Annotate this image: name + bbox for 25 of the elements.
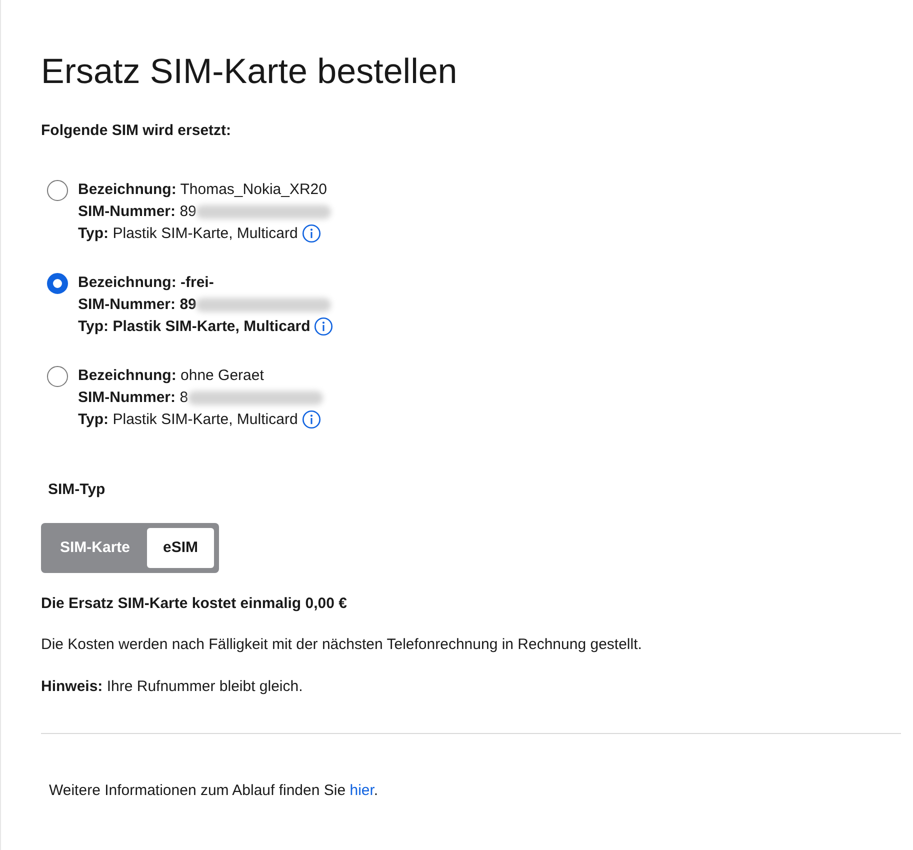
sim-detail: Typ: Plastik SIM-Karte, Multicard bbox=[78, 410, 298, 430]
info-icon[interactable] bbox=[302, 410, 321, 429]
sim-detail: Bezeichnung: ohne Geraet bbox=[78, 366, 264, 386]
toggle-option[interactable]: eSIM bbox=[147, 528, 214, 568]
section-heading: Folgende SIM wird ersetzt: bbox=[41, 121, 232, 141]
info-icon[interactable] bbox=[302, 224, 321, 243]
sim-detail: Bezeichnung: Thomas_Nokia_XR20 bbox=[78, 180, 327, 200]
info-text: Weitere Informationen zum Ablauf finden Sie hier. bbox=[49, 780, 380, 800]
sim-detail: SIM-Nummer: 89 bbox=[78, 202, 196, 222]
section-heading: SIM-Typ bbox=[48, 480, 106, 500]
sim-detail: Typ: Plastik SIM-Karte, Multicard bbox=[78, 224, 298, 244]
page-title: Ersatz SIM-Karte bestellen bbox=[41, 51, 458, 93]
radio-button[interactable] bbox=[47, 180, 68, 200]
sim-detail: SIM-Nummer: 8 bbox=[78, 388, 188, 408]
toggle-option[interactable]: SIM-Karte bbox=[46, 528, 144, 568]
price-text: Die Ersatz SIM-Karte kostet einmalig 0,00 € bbox=[41, 594, 348, 614]
sim-detail: SIM-Nummer: 89 bbox=[78, 294, 196, 314]
sim-detail: Bezeichnung: -frei- bbox=[78, 272, 214, 292]
here-link[interactable]: hier bbox=[350, 782, 374, 798]
sim-detail: Typ: Plastik SIM-Karte, Multicard bbox=[78, 316, 310, 336]
radio-button[interactable] bbox=[47, 272, 68, 294]
radio-button[interactable] bbox=[47, 366, 68, 386]
hint-text: Hinweis: Ihre Rufnummer bleibt gleich. bbox=[41, 677, 304, 697]
info-icon[interactable] bbox=[314, 317, 334, 336]
costs-note: Die Kosten werden nach Fälligkeit mit der nächsten Telefonrechnung in Rechnung gestellt. bbox=[41, 634, 643, 654]
